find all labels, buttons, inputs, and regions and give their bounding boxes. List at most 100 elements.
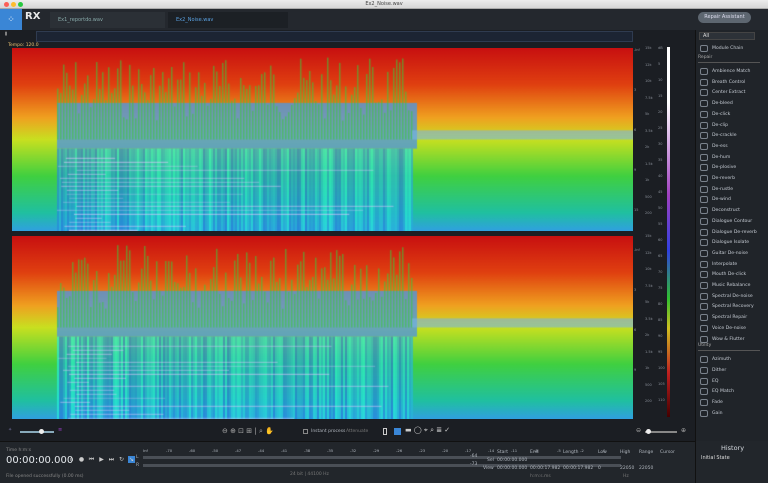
opacity-slider-handle[interactable] [39,429,44,434]
spectrogram-icon[interactable]: ≡ [58,427,62,433]
module-item[interactable]: Voice De-noise [697,323,765,334]
utility-section-header[interactable]: Utility [698,343,760,352]
module-item[interactable]: Interpolate [697,259,765,270]
module-item[interactable]: De-plosive [697,162,765,173]
module-item[interactable]: Spectral Repair [697,312,765,323]
selection-header: Range [639,450,654,455]
module-item[interactable]: Gain [697,408,765,419]
db-tick-label: 10 [658,78,663,82]
module-item[interactable]: Spectral De-noise [697,291,765,302]
module-item[interactable]: De-crackle [697,130,765,141]
db-tick-label: 75 [658,286,663,290]
db-tick-label: 50 [658,206,663,210]
module-item[interactable]: De-rustle [697,184,765,195]
tab-file-1[interactable]: Ex1_reportdo.wav [50,12,165,28]
meter-tick-label: -60 [189,448,196,453]
module-item[interactable]: Mouth De-click [697,269,765,280]
amp-tick-label: -Inf [634,48,640,52]
view-field[interactable]: 22050 [620,466,634,471]
instant-process-checkbox[interactable] [303,429,308,434]
waveform-icon[interactable]: ✦ [8,427,12,433]
zoom-slider-handle[interactable] [646,429,651,434]
module-item[interactable]: Dialogue De-reverb [697,227,765,238]
module-item[interactable]: Guitar De-noise [697,248,765,259]
rect-selection-tool[interactable] [394,428,401,435]
module-icon [700,185,708,193]
zoom-out-icon[interactable]: ⊖ [636,427,641,434]
repair-section-header[interactable]: Repair [698,55,760,63]
module-item[interactable]: Dither [697,365,765,376]
timecode-format-select[interactable]: Time h:m:s [6,448,31,453]
meter-left [143,456,621,459]
module-item[interactable]: EQ Match [697,386,765,397]
opacity-slider[interactable] [20,431,54,433]
spectrogram-right-channel[interactable] [12,236,633,419]
module-label: Dialogue Contour [712,218,753,224]
module-item[interactable]: Dialogue Contour [697,216,765,227]
grid-menu-icon[interactable]: ⁘ [0,9,22,30]
db-tick-label: dB [658,46,663,50]
module-item[interactable]: De-clip [697,120,765,131]
play-button[interactable]: ▶ [98,456,105,463]
module-item[interactable]: Center Extract [697,87,765,98]
module-item[interactable]: De-wind [697,194,765,205]
loop-button[interactable]: ↻ [118,456,125,463]
tab-file-2[interactable]: Ex2_Noise.wav [168,12,288,28]
view-field[interactable]: 00:00:17.982 [563,466,593,471]
module-item[interactable]: Dialogue Isolate [697,237,765,248]
module-label: De-plosive [712,165,737,171]
spectrogram-left-channel[interactable] [12,48,633,231]
follow-playhead-button[interactable]: ↘ [128,456,135,463]
bottom-toolbar: ✦ ≡ ⊖ ⊕ ⊡ ⊞ | ⌕ ✋ Instant process Attenu… [0,422,695,441]
view-field[interactable]: 22050 [639,466,653,471]
zoom-tools[interactable]: ⊖ ⊕ ⊡ ⊞ | ⌕ ✋ [222,427,274,436]
module-item[interactable]: Breath Control [697,77,765,88]
waveform-overview[interactable] [36,31,633,42]
time-selection-tool[interactable] [383,428,387,435]
selection-header: Length [563,450,579,455]
module-item[interactable]: EQ [697,376,765,387]
module-filter-select[interactable]: All [699,32,755,40]
module-chain-button[interactable]: Module Chain [697,43,765,54]
go-to-start-button[interactable]: ⏮ [88,456,95,463]
history-item[interactable]: Initial State [701,455,730,461]
db-tick-label: 65 [658,254,663,258]
module-item[interactable]: Spectral Recovery [697,301,765,312]
hz-tick-label: 200 [645,211,652,215]
module-item[interactable]: Music Rebalance [697,280,765,291]
view-field[interactable]: 00:00:00.000 [497,466,527,471]
module-item[interactable]: Deconstruct [697,205,765,216]
zoom-in-icon[interactable]: ⊕ [681,427,686,434]
process-mode-select[interactable]: Attenuate [346,429,368,434]
meter-tick-label: -5 [557,448,561,453]
selection-header: Cursor [660,450,675,455]
sel-start-field[interactable]: 00:00:00.000 [497,458,527,463]
hz-tick-label: 1k [645,366,650,370]
play-selection-button[interactable]: ⏭ [108,456,115,463]
module-label: Wow & Flutter [712,336,745,342]
module-icon [700,89,708,97]
title-bar: Ex2_Noise.wav [0,0,768,9]
module-item[interactable]: Ambience Match [697,66,765,77]
db-tick-label: 85 [658,318,663,322]
record-button[interactable]: ● [78,456,85,463]
module-item[interactable]: De-click [697,109,765,120]
view-field[interactable]: 0 [598,466,601,471]
module-item[interactable]: De-bleed [697,98,765,109]
module-item[interactable]: De-hum [697,152,765,163]
repair-assistant-button[interactable]: Repair Assistant [698,12,751,23]
meter-tick-label: -47 [235,448,242,453]
selection-tools[interactable]: ▬ ◯ ⌖ ⌕ ≣ ✓ [405,426,450,435]
module-icon [700,207,708,215]
module-icon [700,217,708,225]
module-item[interactable]: De-ess [697,141,765,152]
module-icon [700,68,708,75]
module-item[interactable]: Fade [697,397,765,408]
view-field[interactable]: 00:00:17.982 [530,466,560,471]
module-icon [700,303,708,311]
module-icon [700,314,708,322]
module-item[interactable]: De-reverb [697,173,765,184]
module-label: De-rustle [712,186,734,192]
module-item[interactable]: Azimuth [697,354,765,365]
module-icon [700,132,708,140]
